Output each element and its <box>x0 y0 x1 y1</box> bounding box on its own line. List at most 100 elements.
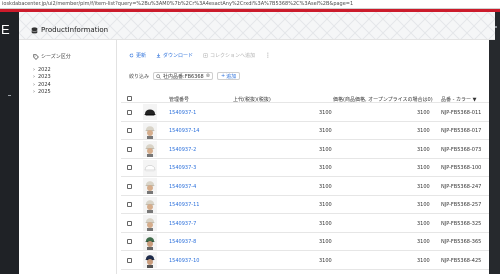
browser-url-bar[interactable]: ioskdabacenter.jp/ui2/member/pim/f/item-… <box>0 0 500 9</box>
header-product-color[interactable]: 品番 - カラー ▼ <box>441 96 476 103</box>
product-code-cell: NJP-FB5368-017 <box>441 128 482 134</box>
table-row[interactable]: 1540937-2 3100 3100 NJP-FB5368-073 <box>121 140 489 159</box>
mgmt-no-link[interactable]: 1540937-7 <box>169 221 196 227</box>
tag-icon <box>33 53 39 60</box>
product-thumbnail[interactable] <box>143 178 157 195</box>
price-tax-cell: 3100 <box>319 257 332 264</box>
refresh-label: 更新 <box>136 53 147 59</box>
product-code-cell: NJP-FB5368-011 <box>441 109 482 116</box>
product-table: 管理番号 上代(税抜)(税抜) 価格(商品価格, オープンプライスの場合は0) … <box>121 93 489 270</box>
season-item-2024[interactable]: › 2024 <box>33 81 51 89</box>
product-code-cell: NJP-FB5368-247 <box>441 183 482 190</box>
chevron-right-icon[interactable]: › <box>33 74 35 80</box>
toolbar: 更新 ダウンロード コレクションへ追加 ⋮ <box>129 52 271 59</box>
product-code-cell: NJP-FB5368-073 <box>441 146 482 153</box>
price-tax-cell: 3100 <box>319 146 332 153</box>
product-thumbnail[interactable] <box>143 252 157 269</box>
page-header: ProductInformation <box>19 12 495 40</box>
filter-chip[interactable]: 社内品番:FB6368 ⊗ <box>153 72 213 80</box>
season-item-label: 2025 <box>38 89 51 96</box>
mgmt-no-link[interactable]: 1540937-1 <box>169 110 196 116</box>
row-checkbox[interactable] <box>127 109 132 115</box>
product-thumbnail[interactable] <box>143 215 157 232</box>
product-thumbnail[interactable] <box>143 122 157 139</box>
header-mgmt-no[interactable]: 管理番号 <box>169 96 189 103</box>
table-row[interactable]: 1540937-8 3100 3100 NJP-FB5368-365 <box>121 233 489 251</box>
row-checkbox[interactable] <box>127 257 132 263</box>
add-to-collection-button[interactable]: コレクションへ追加 <box>203 52 255 59</box>
price-tax-cell: 3100 <box>319 183 332 190</box>
price-open-cell: 3100 <box>417 183 430 190</box>
price-open-cell: 3100 <box>417 128 430 134</box>
season-filter-label: シーズン区分 <box>41 54 71 60</box>
mgmt-no-link[interactable]: 1540937-3 <box>169 165 196 171</box>
season-item-label: 2022 <box>38 66 51 73</box>
add-to-collection-label: コレクションへ追加 <box>210 53 256 59</box>
row-checkbox[interactable] <box>127 128 132 133</box>
left-nav-rail: E <box>0 12 19 274</box>
product-thumbnail[interactable] <box>143 104 157 121</box>
table-row[interactable]: 1540937-14 3100 3100 NJP-FB5368-017 <box>121 122 489 140</box>
mgmt-no-link[interactable]: 1540937-2 <box>169 147 196 153</box>
season-item-2025[interactable]: › 2025 <box>33 89 51 97</box>
price-open-cell: 3100 <box>417 146 430 153</box>
season-item-label: 2024 <box>38 81 51 88</box>
price-open-cell: 3100 <box>417 109 430 116</box>
season-item-2022[interactable]: › 2022 <box>33 66 51 74</box>
download-label: ダウンロード <box>163 53 194 59</box>
filter-row: 絞り込み 社内品番:FB6368 ⊗ + 追加 <box>129 72 241 80</box>
close-icon[interactable]: ⊗ <box>206 73 210 79</box>
select-all-checkbox[interactable] <box>127 95 132 101</box>
season-item-label: 2023 <box>38 74 51 81</box>
row-checkbox[interactable] <box>127 146 132 152</box>
table-row[interactable]: 1540937-10 3100 3100 NJP-FB5368-425 <box>121 251 489 270</box>
row-checkbox[interactable] <box>127 202 132 207</box>
refresh-button[interactable]: 更新 <box>129 52 146 59</box>
search-icon <box>156 73 161 79</box>
product-thumbnail[interactable] <box>143 141 157 158</box>
mgmt-no-link[interactable]: 1540937-14 <box>169 128 199 134</box>
plus-icon: + <box>220 73 226 79</box>
table-header: 管理番号 上代(税抜)(税抜) 価格(商品価格, オープンプライスの場合は0) … <box>121 93 489 103</box>
table-row[interactable]: 1540937-3 3100 3100 NJP-FB5368-100 <box>121 159 489 177</box>
product-code-cell: NJP-FB5368-365 <box>441 239 482 245</box>
season-item-2023[interactable]: › 2023 <box>33 74 51 82</box>
app-logo[interactable]: E <box>1 22 10 37</box>
row-checkbox[interactable] <box>127 239 132 244</box>
price-open-cell: 3100 <box>417 239 430 245</box>
mgmt-no-link[interactable]: 1540937-4 <box>169 184 196 190</box>
mgmt-no-link[interactable]: 1540937-10 <box>169 258 199 264</box>
chevron-right-icon[interactable]: › <box>33 67 35 73</box>
header-price-open[interactable]: 価格(商品価格, オープンプライスの場合は0) <box>333 96 433 103</box>
table-row[interactable]: 1540937-7 3100 3100 NJP-FB5368-325 <box>121 214 489 233</box>
database-icon <box>31 26 38 33</box>
table-row[interactable]: 1540937-1 3100 3100 NJP-FB5368-011 <box>121 103 489 122</box>
chevron-right-icon[interactable]: › <box>33 82 35 88</box>
main-content: 更新 ダウンロード コレクションへ追加 ⋮ 絞り込み 社内品番:FB6368 ⊗ <box>117 40 489 274</box>
filter-label: 絞り込み <box>129 73 150 80</box>
row-checkbox[interactable] <box>127 220 132 226</box>
product-code-cell: NJP-FB5368-325 <box>441 220 482 227</box>
mgmt-no-link[interactable]: 1540937-8 <box>169 239 196 245</box>
url-text[interactable]: ioskdabacenter.jp/ui2/member/pim/f/item-… <box>2 1 353 7</box>
product-thumbnail[interactable] <box>143 196 157 213</box>
row-checkbox[interactable] <box>127 165 132 170</box>
more-options-icon[interactable]: ⋮ <box>265 52 271 59</box>
product-thumbnail[interactable] <box>143 159 157 176</box>
table-row[interactable]: 1540937-11 3100 3100 NJP-FB5368-257 <box>121 196 489 214</box>
add-filter-button[interactable]: + 追加 <box>216 72 241 80</box>
product-code-cell: NJP-FB5368-257 <box>441 202 482 208</box>
price-open-cell: 3100 <box>417 202 430 208</box>
mgmt-no-link[interactable]: 1540937-11 <box>169 202 199 208</box>
filter-sidebar: シーズン区分 › 2022 › 2023 › 2024 › 2025 <box>19 40 117 274</box>
chevron-right-icon[interactable]: › <box>33 89 35 95</box>
row-checkbox[interactable] <box>127 183 132 189</box>
product-thumbnail[interactable] <box>143 233 157 250</box>
nav-marker-icon[interactable] <box>8 95 11 96</box>
download-button[interactable]: ダウンロード <box>156 52 193 59</box>
price-open-cell: 3100 <box>417 165 430 171</box>
filter-chip-label: 社内品番:FB6368 <box>163 73 204 80</box>
header-price-tax[interactable]: 上代(税抜)(税抜) <box>233 96 271 103</box>
page-title: ProductInformation <box>41 26 109 34</box>
table-row[interactable]: 1540937-4 3100 3100 NJP-FB5368-247 <box>121 177 489 196</box>
